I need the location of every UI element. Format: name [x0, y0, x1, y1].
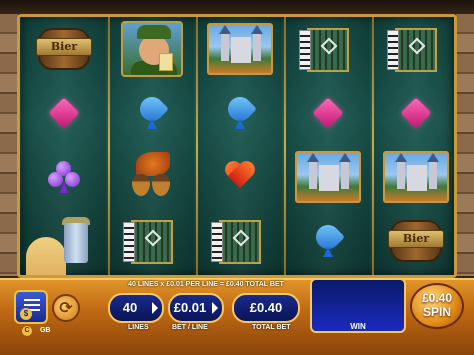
reel-2: [110, 17, 194, 275]
symbol-accordion: [286, 17, 370, 81]
symbol-accordion: [198, 209, 282, 273]
symbol-red-heart: [198, 145, 282, 209]
coin-toggle-icon[interactable]: C: [22, 326, 32, 336]
accordion-icon: [121, 214, 183, 268]
symbol-castle: [374, 145, 454, 209]
blue-spade-icon: [311, 220, 345, 259]
bet-increase-button[interactable]: [212, 302, 218, 314]
lines-label: LINES: [128, 324, 149, 331]
bet-info-text: 40 LINES x £0.01 PER LINE = £0.40 TOTAL …: [128, 281, 284, 288]
region-label: GB: [39, 327, 51, 334]
symbol-beer-sign: Bier: [374, 209, 454, 273]
castle-icon: [383, 151, 449, 203]
stone-pillar-left: [0, 14, 18, 276]
symbol-pink-gem: [374, 81, 454, 145]
symbol-bavarian-man: [110, 17, 194, 81]
stone-pillar-right: [456, 14, 474, 276]
spin-amount: £0.40: [421, 291, 453, 305]
bet-per-line-label: BET / LINE: [172, 324, 208, 331]
beer-stein-icon: [56, 215, 96, 269]
bavarian-man-icon: [121, 21, 183, 77]
accordion-icon: [209, 214, 271, 268]
blue-spade-icon: [135, 92, 169, 131]
reel-area: Bier Bier: [17, 14, 457, 278]
total-bet-label: TOTAL BET: [252, 324, 291, 331]
pink-diamond-icon: [400, 97, 432, 129]
bet-per-line-stepper: £0.01: [168, 293, 224, 323]
beer-barrel-icon: Bier: [384, 216, 448, 266]
symbol-acorns: [110, 145, 194, 209]
symbol-pink-gem: [286, 81, 370, 145]
slot-game: Bier Bier 40 LINES x £0.01 PER LINE = £0…: [0, 0, 474, 355]
spin-button[interactable]: £0.40 SPIN: [410, 283, 464, 329]
currency-icon: $: [20, 308, 32, 320]
paytable-menu-button[interactable]: $: [14, 290, 48, 324]
reel-5: Bier: [374, 17, 454, 275]
blue-spade-icon: [223, 92, 257, 131]
beer-barrel-icon: Bier: [32, 24, 96, 74]
accordion-icon: [385, 22, 447, 76]
red-heart-icon: [224, 162, 256, 192]
symbol-blue-spade: [198, 81, 282, 145]
autoplay-button[interactable]: ⟳: [52, 294, 80, 322]
purple-club-icon: [46, 159, 82, 195]
lines-increase-button[interactable]: [152, 302, 158, 314]
bet-per-line-value: £0.01: [173, 300, 207, 315]
symbol-blue-spade: [110, 81, 194, 145]
lines-value: 40: [122, 300, 138, 315]
symbol-castle: [286, 145, 370, 209]
castle-icon: [207, 23, 273, 75]
symbol-accordion: [110, 209, 194, 273]
reel-1: Bier: [22, 17, 106, 275]
symbol-blue-spade: [286, 209, 370, 273]
beer-sign-label: Bier: [388, 230, 444, 248]
symbol-castle: [198, 17, 282, 81]
symbol-woman-with-stein: [22, 209, 106, 275]
pink-diamond-icon: [312, 97, 344, 129]
lines-stepper: 40: [108, 293, 164, 323]
settings-icons: C GB: [22, 326, 56, 336]
symbol-accordion: [374, 17, 454, 81]
symbol-purple-club: [22, 145, 106, 209]
castle-icon: [295, 151, 361, 203]
beer-sign-label: Bier: [36, 38, 92, 56]
total-bet-value: £0.40: [232, 293, 300, 323]
reel-4: [286, 17, 370, 275]
pink-diamond-icon: [48, 97, 80, 129]
accordion-icon: [297, 22, 359, 76]
spin-label: SPIN: [422, 305, 451, 319]
reel-3: [198, 17, 282, 275]
acorns-leaf-icon: [126, 152, 178, 202]
symbol-pink-gem: [22, 81, 106, 145]
symbol-beer-sign: Bier: [22, 17, 106, 81]
win-label: WIN: [350, 322, 366, 331]
